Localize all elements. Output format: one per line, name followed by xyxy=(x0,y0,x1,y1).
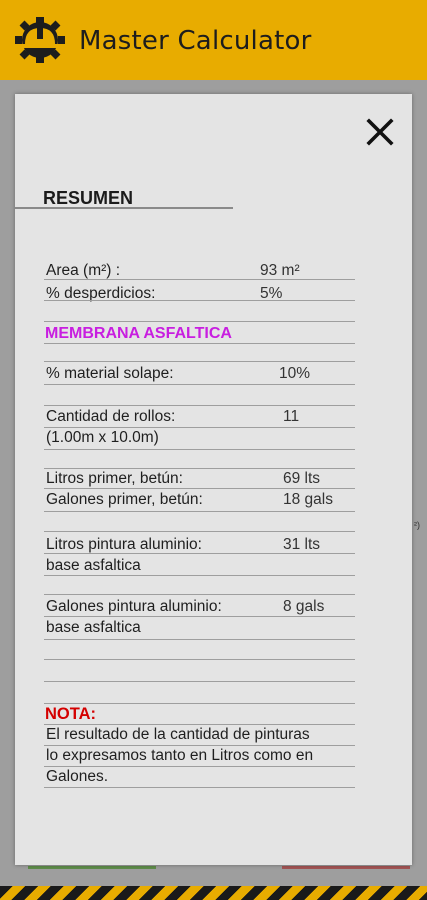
row-divider xyxy=(44,384,355,385)
background-button-edge xyxy=(282,866,410,869)
row-divider xyxy=(44,787,355,788)
app-bar: Master Calculator xyxy=(0,0,427,80)
section-title: MEMBRANA ASFALTICA xyxy=(45,325,232,342)
rollos-label: Cantidad de rollos: xyxy=(46,408,176,425)
row-divider xyxy=(44,681,355,682)
helmet-gear-icon xyxy=(15,17,65,63)
row-divider xyxy=(44,361,355,362)
row-divider xyxy=(44,575,355,576)
desperdicios-value: 5% xyxy=(260,285,283,302)
row-divider xyxy=(44,531,355,532)
background-text-fragment: ²) xyxy=(414,520,420,530)
litros-pintura-base-label: base asfaltica xyxy=(46,557,141,574)
background-button-edge xyxy=(28,866,156,869)
hazard-stripe-footer xyxy=(0,886,427,900)
summary-dialog: RESUMEN Area (m²) : 93 m² % desperdicios… xyxy=(15,94,412,865)
litros-primer-value: 69 lts xyxy=(283,470,321,487)
solape-value: 10% xyxy=(279,365,311,382)
row-divider xyxy=(44,594,355,595)
galones-primer-label: Galones primer, betún: xyxy=(46,491,203,508)
nota-line: lo expresamos tanto en Litros como en xyxy=(46,747,314,764)
litros-primer-label: Litros primer, betún: xyxy=(46,470,183,487)
nota-label: NOTA: xyxy=(45,705,97,723)
app-title: Master Calculator xyxy=(79,26,312,56)
close-icon[interactable] xyxy=(362,114,398,150)
row-divider xyxy=(44,639,355,640)
galones-primer-value: 18 gals xyxy=(283,491,333,508)
row-divider xyxy=(44,703,355,704)
row-divider xyxy=(44,279,355,280)
row-divider xyxy=(44,449,355,450)
row-divider xyxy=(44,511,355,512)
rollos-size-label: (1.00m x 10.0m) xyxy=(46,429,159,446)
galones-pintura-value: 8 gals xyxy=(283,598,325,615)
dialog-heading: RESUMEN xyxy=(43,188,134,208)
rollos-value: 11 xyxy=(283,408,300,425)
galones-pintura-base-label: base asfaltica xyxy=(46,619,141,636)
desperdicios-label: % desperdicios: xyxy=(46,285,156,302)
row-divider xyxy=(44,300,355,301)
solape-label: % material solape: xyxy=(46,365,174,382)
galones-pintura-label: Galones pintura aluminio: xyxy=(46,598,222,615)
row-divider xyxy=(44,659,355,660)
nota-line: El resultado de la cantidad de pinturas xyxy=(46,726,310,743)
row-divider xyxy=(44,321,355,322)
row-divider xyxy=(44,553,355,554)
row-divider xyxy=(44,343,355,344)
nota-line: Galones. xyxy=(46,768,109,785)
heading-underline xyxy=(15,207,233,209)
